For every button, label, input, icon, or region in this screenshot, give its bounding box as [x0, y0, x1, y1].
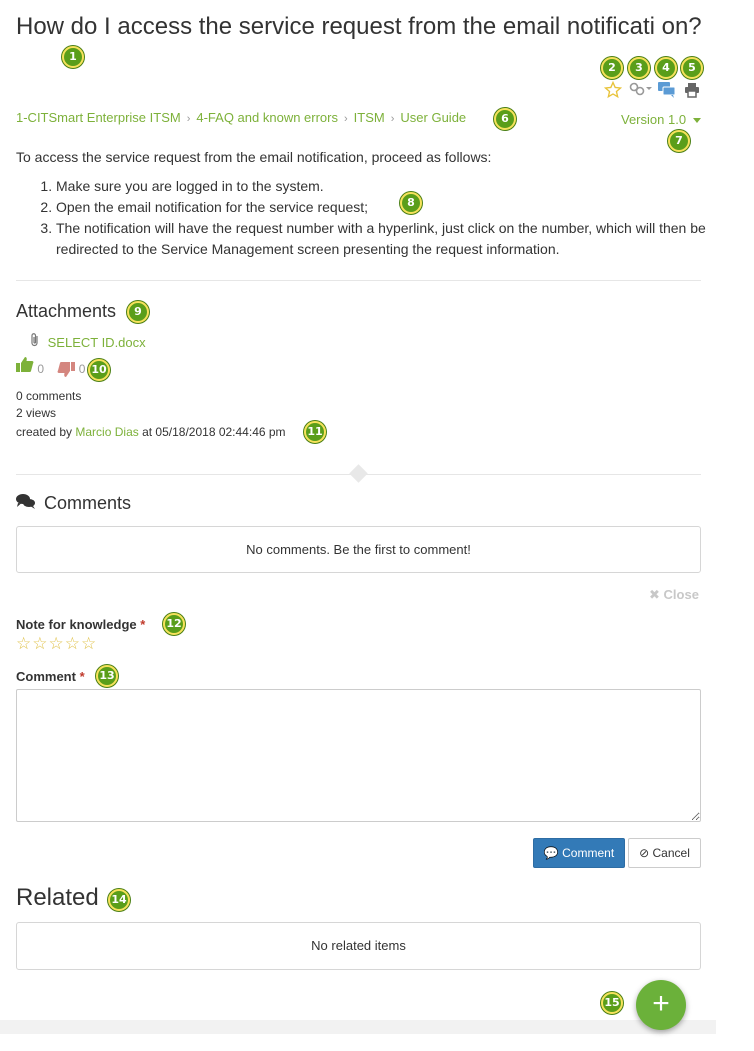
- chat-icon[interactable]: [658, 82, 676, 103]
- breadcrumb-item[interactable]: ITSM: [354, 110, 385, 125]
- note-label: Note for knowledge *: [16, 617, 145, 632]
- star-outline-icon[interactable]: ☆: [32, 634, 47, 653]
- version-dropdown[interactable]: Version 1.0: [621, 112, 701, 127]
- callout-badge-4: 4: [655, 57, 677, 79]
- note-label-text: Note for knowledge: [16, 617, 137, 632]
- close-icon: ✖: [649, 587, 660, 602]
- callout-badge-6: 6: [494, 108, 516, 130]
- like-count: 0: [37, 362, 45, 376]
- cancel-icon: ⊘: [639, 846, 650, 860]
- breadcrumb: 1-CITSmart Enterprise ITSM › 4-FAQ and kno…: [16, 110, 466, 125]
- comment-submit-label: Comment: [562, 846, 615, 860]
- callout-badge-2: 2: [601, 57, 623, 79]
- breadcrumb-separator: ›: [390, 113, 395, 125]
- attachment-link[interactable]: SELECT ID.docx: [48, 335, 146, 350]
- breadcrumb-item[interactable]: User Guide: [400, 110, 466, 125]
- comments-count: 0 comments: [16, 389, 82, 403]
- comment-label: Comment *: [16, 669, 85, 684]
- attachment-item[interactable]: SELECT ID.docx: [30, 333, 146, 350]
- thumbs-down-icon: [57, 362, 76, 377]
- callout-badge-9: 9: [127, 301, 149, 323]
- article-intro: To access the service request from the e…: [16, 149, 492, 165]
- related-heading: Related: [16, 884, 99, 911]
- callout-badge-15: 15: [601, 992, 623, 1014]
- breadcrumb-separator: ›: [186, 113, 191, 125]
- article-title: How do I access the service request from…: [16, 13, 702, 40]
- divider-diamond-icon: [349, 464, 368, 483]
- breadcrumb-separator: ›: [344, 113, 348, 125]
- callout-badge-14: 14: [108, 889, 130, 911]
- article-body: To access the service request from the e…: [16, 147, 706, 260]
- comments-empty-box: No comments. Be the first to comment!: [16, 526, 701, 573]
- comments-icon: [16, 494, 35, 509]
- created-prefix: created by: [16, 425, 73, 439]
- thumbs-up-icon: [16, 357, 34, 372]
- dislike-count: 0: [78, 362, 86, 376]
- star-outline-icon[interactable]: ☆: [49, 634, 64, 653]
- caret-down-icon: [692, 118, 701, 123]
- breadcrumb-item[interactable]: 1-CITSmart Enterprise ITSM: [16, 110, 181, 125]
- print-icon[interactable]: [684, 82, 700, 103]
- dislike-button[interactable]: 0: [57, 362, 86, 377]
- required-mark: *: [140, 617, 146, 632]
- created-date: at 05/18/2018 02:44:46 pm: [142, 425, 286, 439]
- paperclip-icon: [31, 333, 38, 347]
- star-outline-icon[interactable]: ☆: [65, 634, 80, 653]
- views-count: 2 views: [16, 406, 57, 420]
- favorite-star-icon[interactable]: [603, 80, 623, 104]
- required-mark: *: [79, 669, 85, 684]
- star-outline-icon[interactable]: ☆: [81, 634, 96, 653]
- created-info: created by Marcio Dias at 05/18/2018 02:…: [16, 425, 286, 439]
- step-item: Open the email notification for the serv…: [56, 197, 706, 218]
- comment-textarea[interactable]: [16, 689, 701, 822]
- divider: [16, 280, 701, 281]
- author-link[interactable]: Marcio Dias: [75, 425, 138, 439]
- footer-bar: [0, 1020, 716, 1034]
- callout-badge-3: 3: [628, 57, 650, 79]
- comments-heading: Comments: [16, 493, 131, 514]
- callout-badge-5: 5: [681, 57, 703, 79]
- comment-submit-button[interactable]: 💬 Comment: [533, 838, 625, 868]
- add-button[interactable]: +: [636, 980, 686, 1030]
- plus-icon: +: [652, 987, 670, 1020]
- chat-icon: 💬: [543, 846, 559, 860]
- version-label: Version 1.0: [621, 112, 687, 127]
- step-item: The notification will have the request n…: [56, 218, 706, 260]
- cancel-button[interactable]: ⊘ Cancel: [628, 838, 701, 868]
- steps-list: Make sure you are logged in to the syste…: [16, 176, 706, 260]
- like-button[interactable]: 0: [16, 357, 47, 376]
- callout-badge-12: 12: [163, 613, 185, 635]
- related-empty-box: No related items: [16, 922, 701, 970]
- link-icon[interactable]: [629, 82, 653, 101]
- cancel-label: Cancel: [652, 846, 690, 860]
- close-button[interactable]: ✖ Close: [649, 587, 699, 603]
- comments-heading-text: Comments: [44, 493, 132, 513]
- star-outline-icon[interactable]: ☆: [16, 634, 31, 653]
- step-item: Make sure you are logged in to the syste…: [56, 176, 706, 197]
- callout-badge-13: 13: [96, 665, 118, 687]
- callout-badge-1: 1: [62, 46, 84, 68]
- comment-label-text: Comment: [16, 669, 76, 684]
- close-label: Close: [663, 587, 699, 602]
- comments-empty-text: No comments. Be the first to comment!: [246, 542, 471, 557]
- callout-badge-11: 11: [304, 421, 326, 443]
- callout-badge-10: 10: [88, 359, 110, 381]
- rating-stars[interactable]: ☆☆☆☆☆: [16, 634, 97, 654]
- breadcrumb-item[interactable]: 4-FAQ and known errors: [196, 110, 338, 125]
- callout-badge-8: 8: [400, 192, 422, 214]
- attachments-heading: Attachments: [16, 301, 117, 321]
- related-empty-text: No related items: [311, 938, 406, 953]
- votes: 0 0: [16, 357, 86, 377]
